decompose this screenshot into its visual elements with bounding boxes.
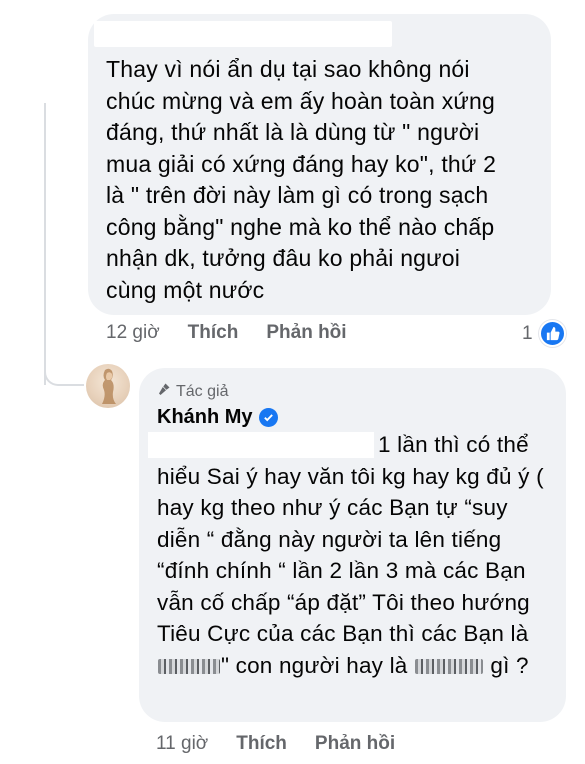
reply-button[interactable]: Phản hồi [315,733,395,755]
author-name-row: Khánh My [157,406,278,429]
comment-actions: 12 giờ Thích Phản hồi [106,322,375,344]
comment-bubble: Thay vì nói ẩn dụ tại sao không nói chúc… [88,14,551,315]
thread-line [44,103,46,385]
reply-text: 1 lần thì có thể hiểu Sai ý hay văn tôi … [157,429,557,681]
reply-bubble: Tác giả Khánh My 1 lần thì có thể hiểu S… [139,368,566,722]
avatar[interactable] [86,364,130,408]
author-name[interactable]: Khánh My [157,406,253,429]
reaction-count: 1 [522,322,533,344]
author-badge-label: Tác giả [176,382,229,400]
blurred-word [158,659,220,675]
reply-button[interactable]: Phản hồi [266,322,346,344]
blurred-word [414,659,483,675]
redacted-commenter-name [94,21,392,47]
comment-thread: Thay vì nói ẩn dụ tại sao không nói chúc… [0,0,585,764]
author-badge: Tác giả [157,382,228,401]
reply-text-part3: gì ? [483,652,529,678]
comment-text: Thay vì nói ẩn dụ tại sao không nói chúc… [106,56,497,303]
comment-time[interactable]: 12 giờ [106,322,160,344]
reply-time[interactable]: 11 giờ [156,733,208,755]
like-button[interactable]: Thích [188,322,239,344]
like-button[interactable]: Thích [236,733,287,755]
reply-actions: 11 giờ Thích Phản hồi [156,733,423,755]
verified-badge-icon [258,408,278,427]
reaction-summary[interactable]: 1 [522,320,566,347]
reply-text-part1: 1 lần thì có thể hiểu Sai ý hay văn tôi … [157,432,544,646]
thread-connector [44,352,84,386]
reply-text-part2: " con người hay là [221,652,414,678]
like-icon [538,320,566,347]
microphone-icon [157,382,171,401]
